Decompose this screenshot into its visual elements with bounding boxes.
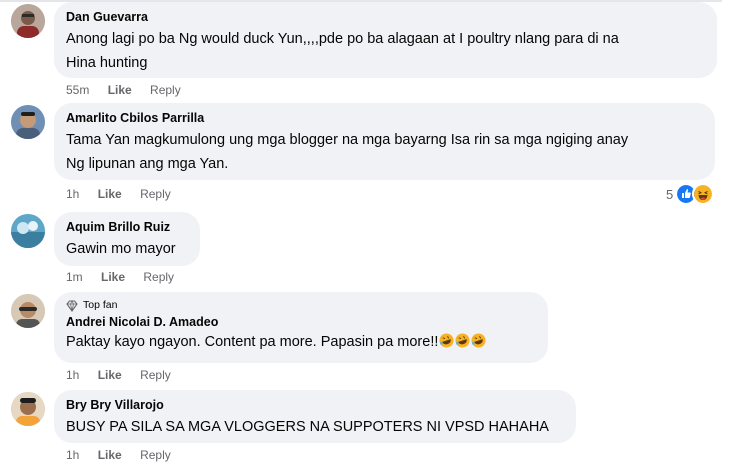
reply-button[interactable]: Reply [143,270,174,284]
commenter-name[interactable]: Aquim Brillo Ruiz [66,219,188,235]
commenter-name[interactable]: Dan Guevarra [66,9,705,25]
commenter-name[interactable]: Amarlito Cbilos Parrilla [66,110,703,126]
comment-bubble: Bry Bry Villarojo BUSY PA SILA SA MGA VL… [54,390,576,443]
badge-label: Top fan [83,299,118,311]
rofl-emoji [439,333,454,348]
comment-text: Paktay kayo ngayon. Content pa more. Pap… [66,330,536,354]
like-button[interactable]: Like [98,448,122,462]
comment-actions: 1h Like Reply [66,187,186,201]
comment-bubble: Top fan Andrei Nicolai D. Amadeo Paktay … [54,292,548,363]
comment-text: BUSY PA SILA SA MGA VLOGGERS NA SUPPOTER… [66,419,549,435]
comment-time[interactable]: 55m [66,83,89,97]
comment-actions: 1h Like Reply [66,368,186,382]
comment-time[interactable]: 1h [66,368,79,382]
haha-reaction-icon [692,183,715,205]
comment-text-body: Paktay kayo ngayon. Content pa more. Pap… [66,334,439,350]
reactions-summary[interactable]: 5 [666,183,715,205]
avatar[interactable] [11,294,45,328]
reply-button[interactable]: Reply [140,187,171,201]
comment-bubble: Aquim Brillo Ruiz Gawin mo mayor [54,212,200,266]
comment-actions: 1m Like Reply [66,270,189,284]
avatar[interactable] [11,4,45,38]
diamond-icon [66,299,78,312]
rofl-emoji [471,333,486,348]
reply-button[interactable]: Reply [140,448,171,462]
comment-text: Gawin mo mayor [66,241,176,257]
comment-text: Anong lagi po ba Ng would duck Yun,,,,pd… [66,31,619,71]
reaction-count: 5 [666,186,674,202]
top-fan-badge: Top fan [66,299,536,312]
avatar[interactable] [11,392,45,426]
avatar[interactable] [11,214,45,248]
reply-button[interactable]: Reply [140,368,171,382]
comment-actions: 1h Like Reply [66,448,186,462]
comment-bubble: Amarlito Cbilos Parrilla Tama Yan magkum… [54,103,715,180]
rofl-emoji [455,333,470,348]
reply-button[interactable]: Reply [150,83,181,97]
like-button[interactable]: Like [101,270,125,284]
commenter-name[interactable]: Bry Bry Villarojo [66,397,564,413]
like-button[interactable]: Like [98,187,122,201]
comment-bubble: Dan Guevarra Anong lagi po ba Ng would d… [54,2,717,78]
comment-text: Tama Yan magkumulong ung mga blogger na … [66,132,629,172]
like-button[interactable]: Like [108,83,132,97]
comment-actions: 55m Like Reply [66,83,196,97]
comment-time[interactable]: 1h [66,448,79,462]
avatar[interactable] [11,105,45,139]
comment-time[interactable]: 1m [66,270,83,284]
like-button[interactable]: Like [98,368,122,382]
commenter-name[interactable]: Andrei Nicolai D. Amadeo [66,314,536,330]
comment-time[interactable]: 1h [66,187,79,201]
